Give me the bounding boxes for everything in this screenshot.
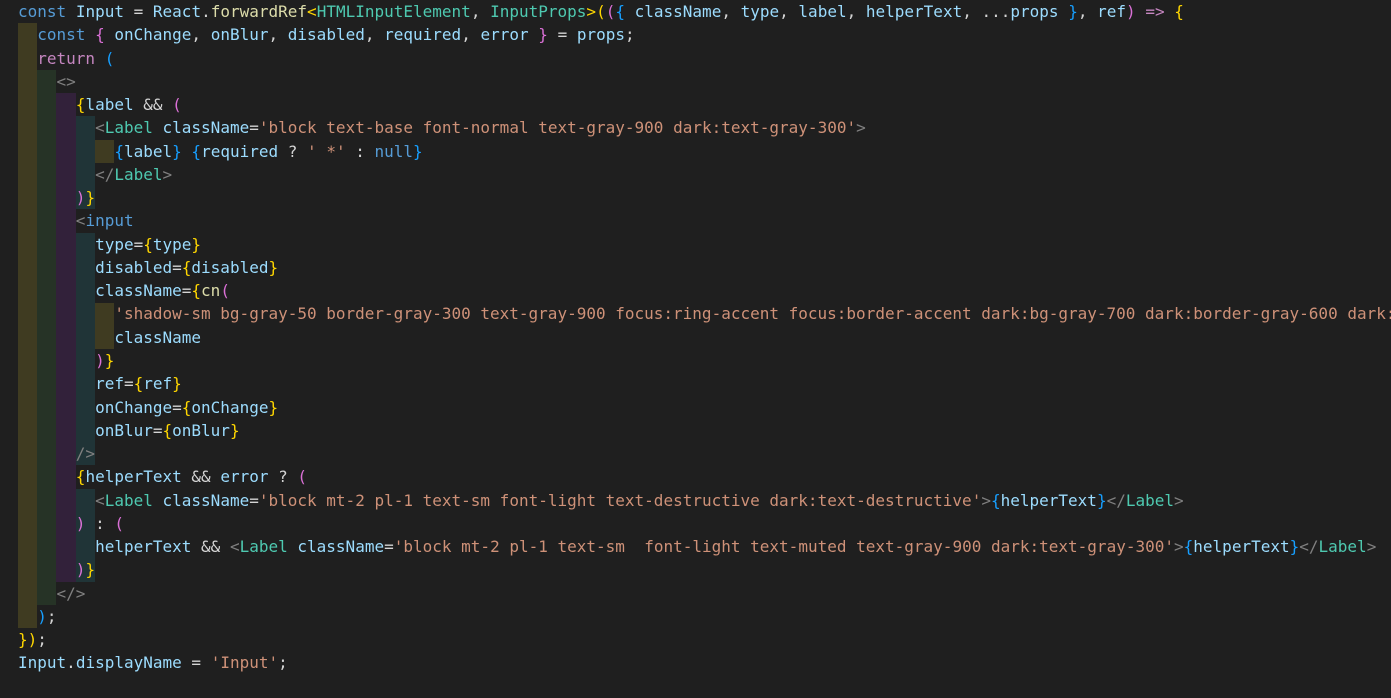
- code-line-9: )}: [75, 188, 96, 208]
- code-line-15: className: [114, 327, 202, 347]
- code-line-12: disabled={disabled}: [95, 257, 279, 277]
- code-line-14: 'shadow-sm bg-gray-50 border-gray-300 te…: [114, 304, 1391, 324]
- code-line-21: {helperText && error ? (: [75, 467, 308, 487]
- code-line-25: )}: [75, 560, 96, 580]
- code-line-16: )}: [95, 350, 115, 370]
- code-editor-viewport[interactable]: const Input = React.forwardRef<HTMLInput…: [0, 0, 1391, 698]
- code-line-2: const { onChange, onBlur, disabled, requ…: [37, 25, 635, 45]
- code-line-19: onBlur={onBlur}: [95, 420, 240, 440]
- code-line-5: {label && (: [75, 95, 182, 115]
- code-line-8: </Label>: [95, 164, 173, 184]
- code-line-4: <>: [56, 71, 76, 91]
- code-line-28: });: [18, 630, 47, 650]
- code-line-13: className={cn(: [95, 281, 230, 301]
- code-line-18: onChange={onChange}: [95, 397, 279, 417]
- code-line-24: helperText && <Label className='block mt…: [95, 537, 1377, 557]
- code-line-26: </>: [56, 583, 86, 603]
- code-line-23: ) : (: [75, 513, 124, 533]
- code-line-11: type={type}: [95, 234, 202, 254]
- code-line-6: <Label className='block text-base font-n…: [95, 118, 866, 138]
- code-line-17: ref={ref}: [95, 374, 182, 394]
- code-line-10: <input: [75, 211, 134, 231]
- code-line-27: );: [37, 606, 57, 626]
- code-line-7: {label} {required ? ' *' : null}: [114, 141, 423, 161]
- code-line-29: Input.displayName = 'Input';: [18, 653, 288, 673]
- code-line-22: <Label className='block mt-2 pl-1 text-s…: [95, 490, 1184, 510]
- code-line-20: />: [75, 444, 96, 464]
- code-line-1: const Input = React.forwardRef<HTMLInput…: [18, 2, 1184, 21]
- code-line-3: return (: [37, 48, 115, 68]
- code-content[interactable]: const Input = React.forwardRef<HTMLInput…: [0, 0, 1391, 675]
